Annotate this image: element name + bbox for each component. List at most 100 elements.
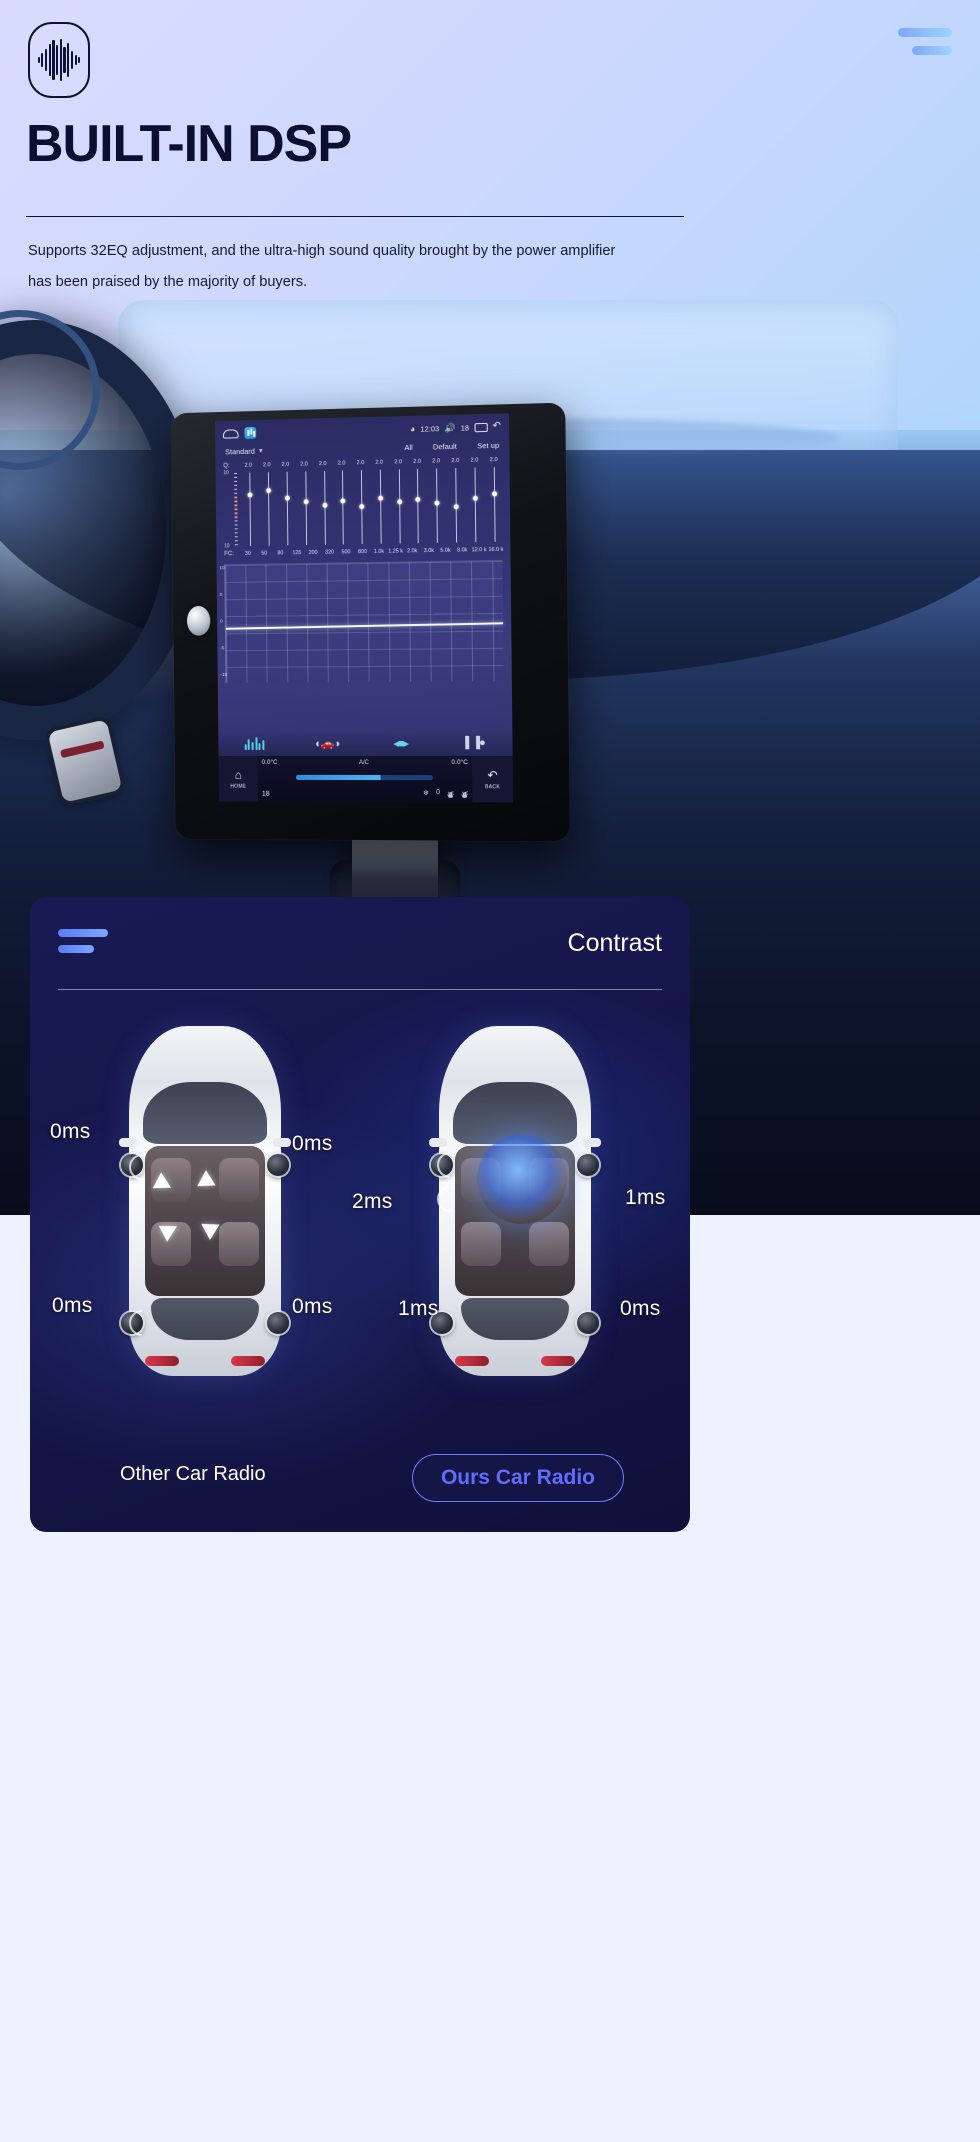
speaker — [267, 1312, 289, 1334]
windshield — [143, 1082, 267, 1144]
seat-heat-icon[interactable]: ⛇ — [447, 789, 454, 800]
eq-band-thumb[interactable] — [454, 504, 459, 509]
fan-speed-slider[interactable] — [296, 775, 433, 780]
equalizer-app-icon[interactable] — [244, 427, 256, 439]
equalizer-icon[interactable] — [218, 730, 291, 756]
eq-band-thumb[interactable] — [322, 503, 327, 508]
climate-bar[interactable]: ⌂ HOME 0.0°C A/C 0.0°C 18 ❄ 0 ⛇ ⛇ ↶ BACK — [219, 756, 514, 803]
q-value: 2.0 — [484, 457, 503, 464]
eq-band-track[interactable] — [417, 469, 419, 543]
eq-band-track[interactable] — [287, 472, 289, 546]
balance-icon[interactable]: ◂■▸ — [364, 730, 438, 756]
back-arrow-icon[interactable]: ↶ — [492, 422, 501, 432]
home-icon: ⌂ — [235, 768, 242, 782]
eq-band[interactable] — [465, 465, 485, 544]
sdcard-icon — [474, 422, 487, 431]
eq-band-thumb[interactable] — [378, 496, 383, 501]
defrost-value: 0 — [436, 789, 440, 800]
fc-value: 16.0 k — [487, 548, 504, 554]
eq-band-list[interactable] — [241, 465, 504, 548]
eq-preset-selector[interactable]: Standard ▼ — [225, 447, 264, 457]
eq-band-thumb[interactable] — [492, 491, 497, 496]
fc-value: 5.0k — [437, 549, 454, 555]
fc-value: 80 — [272, 551, 288, 557]
climate-controls[interactable]: 0.0°C A/C 0.0°C 18 ❄ 0 ⛇ ⛇ — [258, 756, 473, 802]
fc-label: FC: — [224, 550, 240, 557]
volume-icon[interactable]: 🔊 — [444, 423, 455, 432]
eq-band[interactable] — [315, 469, 334, 547]
eq-band[interactable] — [371, 467, 391, 545]
home-button[interactable]: ⌂ HOME — [219, 756, 259, 802]
seat — [461, 1222, 501, 1266]
fc-value: 500 — [338, 550, 355, 556]
eq-band-thumb[interactable] — [266, 488, 271, 493]
tail-light — [145, 1356, 179, 1366]
eq-band-thumb[interactable] — [473, 496, 478, 501]
level-meter-icon[interactable]: ▌▐● — [438, 730, 513, 756]
eq-band[interactable] — [296, 469, 315, 547]
eq-band-track[interactable] — [305, 471, 307, 545]
back-button[interactable]: ↶ BACK — [472, 756, 513, 803]
eq-sliders[interactable]: 10 10 — [223, 465, 504, 548]
eq-band-thumb[interactable] — [303, 499, 308, 504]
eq-preset-label: Standard — [225, 447, 255, 457]
eq-band-thumb[interactable] — [285, 496, 290, 501]
fc-value: 3.0k — [420, 549, 437, 555]
tab-default[interactable]: Default — [433, 442, 457, 452]
seat-heat-icon[interactable]: ⛇ — [461, 789, 468, 800]
eq-band-thumb[interactable] — [341, 498, 346, 503]
volume-knob[interactable] — [187, 606, 211, 636]
eq-band[interactable] — [390, 467, 410, 546]
eq-band[interactable] — [241, 470, 260, 548]
ours-car-badge[interactable]: Ours Car Radio — [412, 1454, 624, 1502]
temp-left[interactable]: 0.0°C — [262, 759, 278, 766]
eq-band-thumb[interactable] — [416, 497, 421, 502]
rear-window — [461, 1298, 569, 1340]
back-button-label: BACK — [485, 784, 500, 790]
eq-band[interactable] — [427, 466, 447, 545]
home-icon[interactable] — [223, 429, 239, 438]
ac-label: A/C — [359, 760, 369, 766]
tab-all[interactable]: All — [404, 443, 412, 452]
home-button-label: HOME — [230, 784, 246, 790]
contrast-panel: Contrast 0ms 0ms 0ms 0ms 2ms 1ms 1ms 0ms… — [30, 897, 690, 1532]
eq-band[interactable] — [333, 468, 352, 546]
q-value: 2.0 — [427, 458, 446, 464]
eq-band-track[interactable] — [342, 471, 344, 545]
temp-right[interactable]: 0.0°C — [451, 759, 468, 766]
eq-band-thumb[interactable] — [435, 501, 440, 506]
seat-controls[interactable]: ❄ 0 ⛇ ⛇ — [423, 789, 468, 800]
seat — [219, 1158, 259, 1202]
eq-band[interactable] — [484, 465, 504, 544]
q-value: 2.0 — [313, 461, 332, 467]
eq-band[interactable] — [446, 466, 466, 545]
fc-value: 1.0k — [371, 550, 388, 556]
status-time: 12:03 — [420, 424, 439, 434]
latency-label: 1ms — [398, 1297, 439, 1321]
eq-band[interactable] — [259, 470, 278, 548]
eq-band-track[interactable] — [250, 473, 252, 546]
car-comparison: 0ms 0ms 0ms 0ms 2ms 1ms 1ms 0ms — [30, 1012, 690, 1412]
car-body — [129, 1026, 281, 1376]
eq-band[interactable] — [278, 470, 297, 548]
eq-band-track[interactable] — [474, 468, 476, 543]
eq-band[interactable] — [352, 468, 372, 546]
eq-band-thumb[interactable] — [248, 492, 253, 497]
speaker — [267, 1154, 289, 1176]
car-radio-head-unit: ◕ 12:03 🔊 18 ↶ Standard ▼ All Default Se… — [171, 403, 570, 842]
menu-lines-icon[interactable] — [58, 929, 108, 953]
eq-band-track[interactable] — [380, 470, 382, 544]
radio-screen[interactable]: ◕ 12:03 🔊 18 ↶ Standard ▼ All Default Se… — [215, 413, 513, 802]
eq-band-track[interactable] — [268, 472, 270, 545]
defrost-icon[interactable]: ❄ — [423, 789, 429, 800]
menu-lines-icon[interactable] — [898, 28, 952, 55]
eq-band[interactable] — [408, 467, 428, 546]
sound-position-icon[interactable]: ◐🚗◑ — [291, 730, 364, 756]
eq-band-track[interactable] — [493, 467, 495, 542]
eq-band-thumb[interactable] — [397, 499, 402, 504]
tab-setup[interactable]: Set up — [477, 441, 499, 451]
function-strip[interactable]: ◐🚗◑ ◂■▸ ▌▐● — [218, 730, 512, 756]
eq-band-track[interactable] — [399, 469, 401, 543]
fc-value: 800 — [354, 550, 371, 556]
eq-band-thumb[interactable] — [359, 504, 364, 509]
